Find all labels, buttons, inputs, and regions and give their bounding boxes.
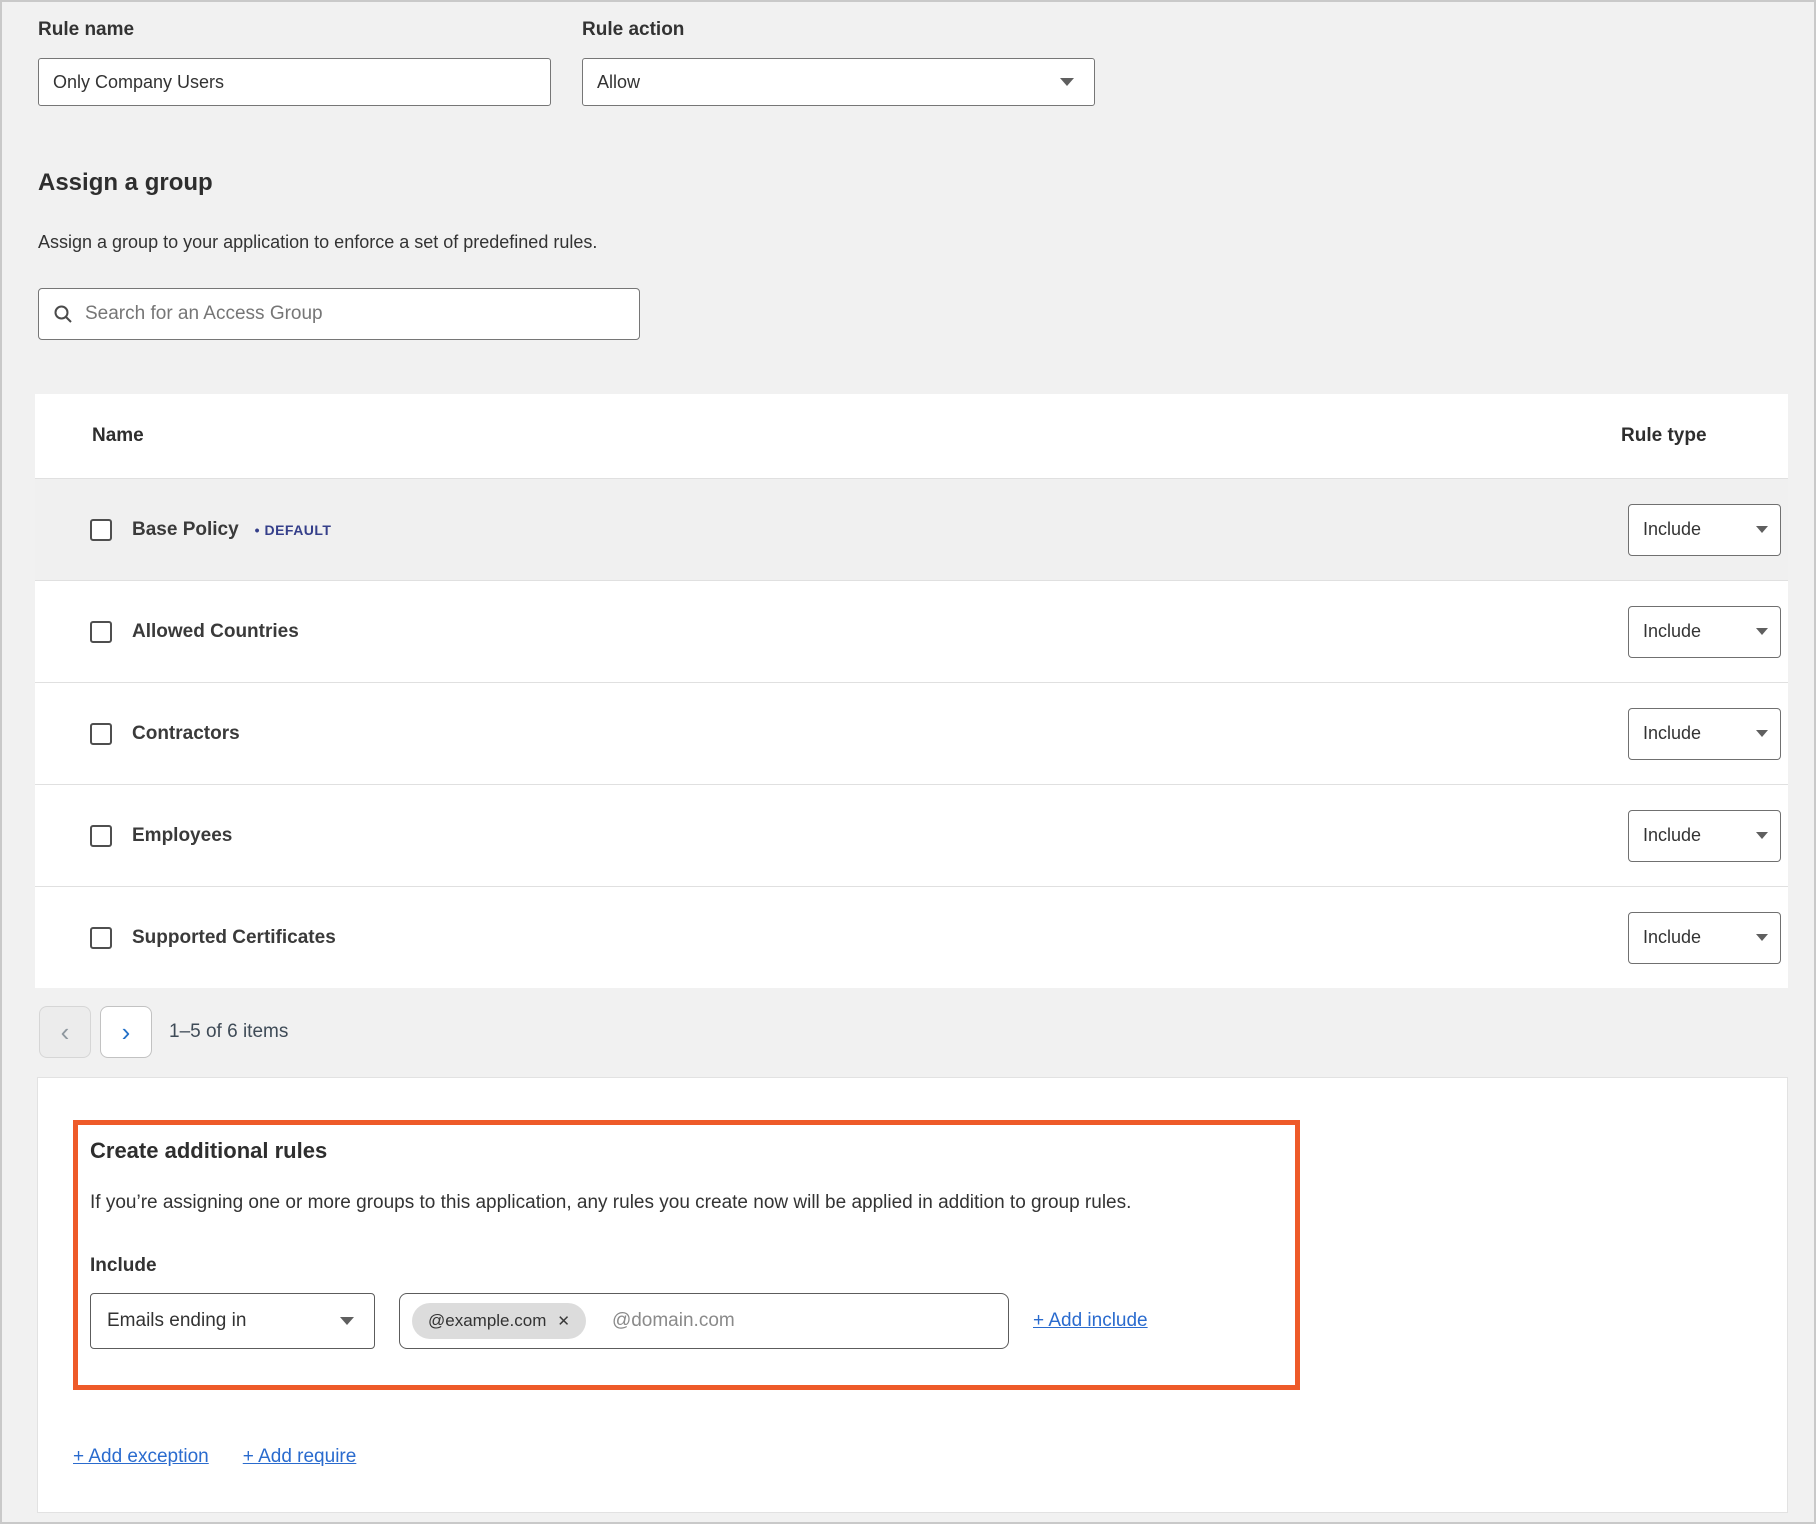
chevron-down-icon [1756, 526, 1768, 533]
table-row: Contractors Include [35, 682, 1788, 784]
chevron-down-icon [1756, 832, 1768, 839]
highlighted-create-rules-box: Create additional rules If you’re assign… [73, 1120, 1300, 1390]
condition-value: Emails ending in [107, 1310, 246, 1332]
pagination-label: 1–5 of 6 items [169, 1021, 288, 1043]
create-rules-heading: Create additional rules [90, 1137, 1275, 1165]
table-row: Supported Certificates Include [35, 886, 1788, 988]
condition-select[interactable]: Emails ending in [90, 1293, 375, 1349]
domain-input-placeholder: @domain.com [612, 1310, 735, 1332]
rule-type-select[interactable]: Include [1628, 912, 1781, 964]
chevron-down-icon [1060, 78, 1074, 86]
rule-type-select[interactable]: Include [1628, 606, 1781, 658]
chevron-down-icon [1756, 934, 1768, 941]
assign-group-heading: Assign a group [38, 168, 1788, 198]
chevron-down-icon [1756, 628, 1768, 635]
row-checkbox[interactable] [90, 723, 112, 745]
row-checkbox[interactable] [90, 621, 112, 643]
table-row: Base Policy • DEFAULT Include [35, 478, 1788, 580]
rule-type-select[interactable]: Include [1628, 810, 1781, 862]
group-name: Allowed Countries [132, 621, 299, 643]
access-group-search[interactable] [38, 288, 640, 340]
create-rules-description: If you’re assigning one or more groups t… [90, 1191, 1275, 1215]
additional-rules-card: Create additional rules If you’re assign… [37, 1077, 1788, 1513]
row-checkbox[interactable] [90, 519, 112, 541]
add-require-link[interactable]: + Add require [243, 1446, 357, 1468]
rule-type-select[interactable]: Include [1628, 708, 1781, 760]
rule-type-value: Include [1643, 519, 1701, 540]
rule-form-section: Rule name Rule action Allow Assign a gro… [2, 2, 1814, 340]
include-rule-builder: Emails ending in @example.com ✕ @domain.… [90, 1293, 1275, 1349]
rule-name-field-group: Rule name [38, 18, 551, 106]
search-icon [53, 304, 73, 324]
chevron-down-icon [1756, 730, 1768, 737]
rule-name-label: Rule name [38, 18, 551, 42]
rule-type-select[interactable]: Include [1628, 504, 1781, 556]
group-name: Employees [132, 825, 232, 847]
table-row: Employees Include [35, 784, 1788, 886]
row-checkbox[interactable] [90, 825, 112, 847]
rule-type-value: Include [1643, 927, 1701, 948]
rule-type-value: Include [1643, 723, 1701, 744]
next-page-button[interactable]: › [100, 1006, 152, 1058]
pagination: ‹ › 1–5 of 6 items [39, 1006, 1814, 1058]
default-badge: • DEFAULT [255, 522, 332, 538]
rule-action-select[interactable]: Allow [582, 58, 1095, 106]
chip-label: @example.com [428, 1311, 546, 1331]
previous-page-button[interactable]: ‹ [39, 1006, 91, 1058]
add-exception-link[interactable]: + Add exception [73, 1446, 209, 1468]
rule-action-field-group: Rule action Allow [582, 18, 1095, 106]
rule-action-links: + Add exception + Add require [73, 1446, 1787, 1468]
add-include-link[interactable]: + Add include [1033, 1310, 1148, 1332]
chevron-left-icon: ‹ [61, 1019, 70, 1045]
email-domain-chip: @example.com ✕ [412, 1303, 586, 1339]
remove-chip-icon[interactable]: ✕ [557, 1314, 570, 1329]
group-name: Base Policy [132, 519, 239, 541]
email-domains-input[interactable]: @example.com ✕ @domain.com [399, 1293, 1009, 1349]
search-input[interactable] [85, 303, 625, 325]
table-row: Allowed Countries Include [35, 580, 1788, 682]
chevron-down-icon [340, 1317, 354, 1325]
access-groups-table: Name Rule type Base Policy • DEFAULT Inc… [35, 394, 1788, 988]
include-section-label: Include [90, 1255, 1275, 1277]
table-header: Name Rule type [35, 394, 1788, 478]
rule-action-value: Allow [597, 72, 640, 93]
row-checkbox[interactable] [90, 927, 112, 949]
column-header-name: Name [35, 425, 1621, 447]
assign-group-description: Assign a group to your application to en… [38, 230, 1788, 254]
group-name: Contractors [132, 723, 240, 745]
chevron-right-icon: › [122, 1019, 131, 1045]
rule-name-input[interactable] [38, 58, 551, 106]
column-header-rule-type: Rule type [1621, 425, 1781, 447]
rule-type-value: Include [1643, 825, 1701, 846]
rule-type-value: Include [1643, 621, 1701, 642]
group-name: Supported Certificates [132, 927, 336, 949]
rule-action-label: Rule action [582, 18, 1095, 42]
